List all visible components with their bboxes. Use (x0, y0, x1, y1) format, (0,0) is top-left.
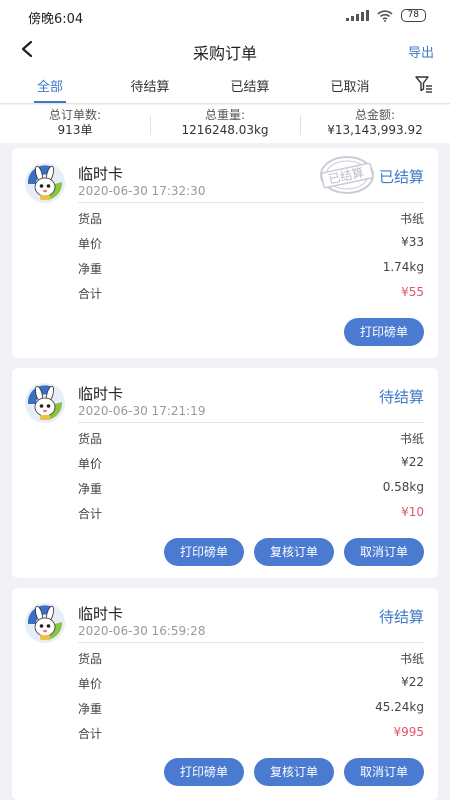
summary-label: 总重量: (204, 108, 246, 122)
summary-value: 913单 (57, 123, 93, 137)
detail-value: ¥22 (401, 675, 424, 689)
card-divider (78, 642, 424, 643)
cancel-order-button[interactable]: 取消订单 (344, 758, 424, 786)
export-button[interactable]: 导出 (408, 42, 434, 61)
order-tabs: 全部 待结算 已结算 已取消 (0, 70, 450, 104)
tab-pending[interactable]: 待结算 (130, 76, 169, 95)
order-title: 临时卡 (78, 385, 124, 403)
order-actions: 打印磅单 复核订单 取消订单 (164, 538, 424, 566)
detail-label: 单价 (78, 677, 103, 691)
cancel-order-button[interactable]: 取消订单 (344, 538, 424, 566)
detail-label: 单价 (78, 457, 103, 471)
order-detail-row: 单价 ¥22 (78, 455, 424, 473)
status-time: 傍晚6:04 (28, 12, 84, 27)
print-ticket-button[interactable]: 打印磅单 (344, 318, 424, 346)
signal-icon (345, 10, 369, 21)
rabbit-avatar-icon (25, 163, 65, 203)
tab-all[interactable]: 全部 (37, 76, 63, 95)
filter-button[interactable] (414, 74, 434, 94)
page-title: 采购订单 (192, 44, 257, 63)
print-ticket-button[interactable]: 打印磅单 (164, 538, 244, 566)
review-order-button[interactable]: 复核订单 (254, 758, 334, 786)
order-title: 临时卡 (78, 165, 124, 183)
order-date: 2020-06-30 17:21:19 (78, 404, 206, 418)
summary-order-count: 总订单数: 913单 (0, 108, 150, 138)
detail-label: 单价 (78, 237, 103, 251)
rabbit-avatar-icon (25, 603, 65, 643)
order-detail-row: 单价 ¥22 (78, 675, 424, 693)
order-status: 已结算 (378, 168, 424, 186)
order-detail-row: 合计 ¥55 (78, 285, 424, 303)
detail-label: 合计 (78, 727, 103, 741)
nav-bar: 采购订单 导出 (0, 30, 450, 70)
order-status: 待结算 (378, 388, 424, 406)
print-ticket-button[interactable]: 打印磅单 (164, 758, 244, 786)
detail-label: 净重 (78, 702, 103, 716)
detail-label: 净重 (78, 482, 103, 496)
order-status: 待结算 (378, 608, 424, 626)
detail-value: 0.58kg (382, 480, 424, 494)
order-detail-row: 单价 ¥33 (78, 235, 424, 253)
detail-label: 合计 (78, 507, 103, 521)
order-detail-row: 净重 1.74kg (78, 260, 424, 278)
summary-total-amount: 总金额: ¥13,143,993.92 (300, 108, 450, 138)
order-detail-row: 合计 ¥10 (78, 505, 424, 523)
order-detail-row: 货品 书纸 (78, 430, 424, 448)
detail-value: ¥55 (401, 285, 424, 299)
filter-icon (415, 76, 432, 93)
detail-value: 1.74kg (382, 260, 424, 274)
summary-value: 1216248.03kg (181, 123, 269, 137)
rabbit-avatar-icon (25, 383, 65, 423)
summary-total-weight: 总重量: 1216248.03kg (150, 108, 300, 138)
order-actions: 打印磅单 复核订单 取消订单 (164, 758, 424, 786)
detail-label: 货品 (78, 212, 103, 226)
detail-label: 货品 (78, 652, 103, 666)
detail-value: ¥10 (401, 505, 424, 519)
detail-label: 净重 (78, 262, 103, 276)
review-order-button[interactable]: 复核订单 (254, 538, 334, 566)
wifi-icon (376, 9, 393, 22)
order-card[interactable]: 临时卡 2020-06-30 16:59:28 待结算 货品 书纸 单价 ¥22 净… (12, 588, 438, 800)
summary-label: 总订单数: (48, 108, 102, 122)
status-bar: 傍晚6:04 78 (0, 0, 450, 30)
order-summary: 总订单数: 913单 总重量: 1216248.03kg 总金额: ¥13,14… (0, 105, 450, 143)
order-detail-row: 净重 0.58kg (78, 480, 424, 498)
order-detail-row: 货品 书纸 (78, 210, 424, 228)
status-icons: 78 (345, 9, 426, 22)
active-tab-indicator (34, 101, 66, 103)
tab-cancelled[interactable]: 已取消 (330, 76, 369, 95)
order-detail-row: 货品 书纸 (78, 650, 424, 668)
card-divider (78, 202, 424, 203)
summary-value: ¥13,143,993.92 (327, 123, 423, 137)
detail-value: ¥22 (401, 455, 424, 469)
card-divider (78, 422, 424, 423)
summary-label: 总金额: (354, 108, 396, 122)
tab-settled[interactable]: 已结算 (230, 76, 269, 95)
detail-value: ¥33 (401, 235, 424, 249)
order-actions: 打印磅单 (344, 318, 424, 346)
order-title: 临时卡 (78, 605, 124, 623)
detail-value: ¥995 (393, 725, 424, 739)
order-date: 2020-06-30 17:32:30 (78, 184, 206, 198)
order-card[interactable]: 临时卡 2020-06-30 17:21:19 待结算 货品 书纸 单价 ¥22 净… (12, 368, 438, 578)
detail-value: 书纸 (399, 212, 424, 226)
detail-value: 45.24kg (375, 700, 424, 714)
order-detail-row: 合计 ¥995 (78, 725, 424, 743)
detail-value: 书纸 (399, 652, 424, 666)
detail-value: 书纸 (399, 432, 424, 446)
order-detail-row: 净重 45.24kg (78, 700, 424, 718)
order-card[interactable]: 已结算 临时卡 2020-06-30 17:32:30 已结算 货品 书纸 单价 ¥3… (12, 148, 438, 358)
battery-indicator: 78 (400, 9, 426, 22)
order-date: 2020-06-30 16:59:28 (78, 624, 206, 638)
detail-label: 货品 (78, 432, 103, 446)
detail-label: 合计 (78, 287, 103, 301)
